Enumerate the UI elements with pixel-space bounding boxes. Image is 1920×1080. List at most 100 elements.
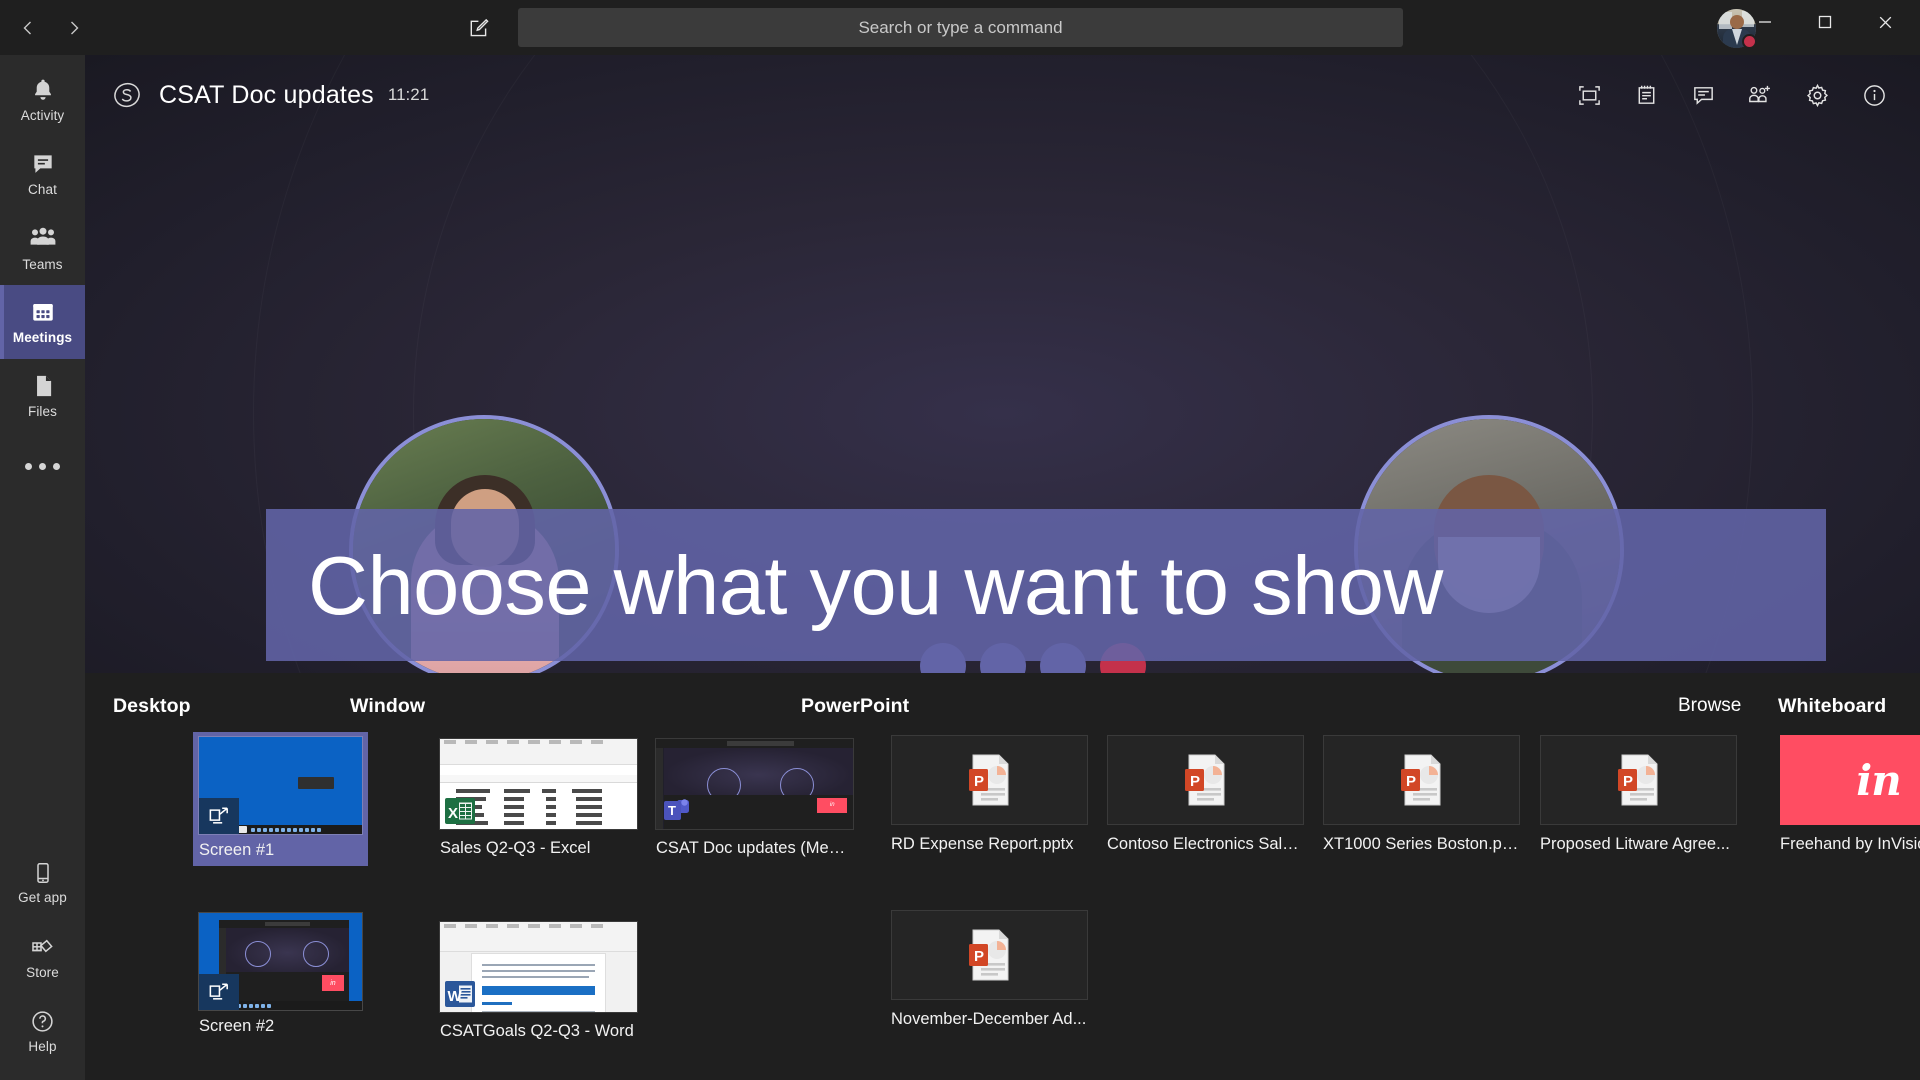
section-header-whiteboard: Whiteboard xyxy=(1778,695,1887,717)
sidebar-item-chat[interactable]: Chat xyxy=(0,137,85,211)
calendar-icon xyxy=(32,303,53,321)
meeting-stage: CSAT Doc updates 11:21 Choose what you w… xyxy=(85,55,1920,673)
window-tile-word[interactable]: W CSATGoals Q2-Q3 - Word xyxy=(439,921,638,1041)
sidebar-more-button[interactable] xyxy=(0,433,85,499)
tile-label: CSATGoals Q2-Q3 - Word xyxy=(440,1022,634,1040)
back-button[interactable] xyxy=(10,10,46,46)
minimize-button[interactable] xyxy=(1735,0,1795,44)
compose-new-chat-icon xyxy=(470,18,489,37)
meeting-notes-icon xyxy=(1638,85,1654,104)
powerpoint-tile-xt1000-series-boston[interactable]: P XT1000 Series Boston.pptx xyxy=(1323,735,1520,854)
device-settings-button[interactable] xyxy=(1797,75,1837,115)
window-tile-teams[interactable]: in T CSAT Doc updates (Meeti... xyxy=(655,738,854,858)
search-input[interactable]: Search or type a command xyxy=(518,8,1403,47)
sidebar-item-label: Get app xyxy=(18,890,67,905)
meeting-info-button[interactable] xyxy=(1854,75,1894,115)
window-tile-excel[interactable]: X Sales Q2-Q3 - Excel xyxy=(439,738,638,858)
choose-what-to-show-banner: Choose what you want to show xyxy=(266,509,1826,661)
section-header-window: Window xyxy=(350,695,426,717)
add-people-icon xyxy=(1749,85,1770,103)
powerpoint-tile-proposed-litware-agreement[interactable]: P Proposed Litware Agree... xyxy=(1540,735,1737,854)
store-icon xyxy=(32,939,53,952)
settings-gear-icon xyxy=(1806,83,1828,107)
powerpoint-file-icon: P xyxy=(1184,754,1224,806)
share-content-picker: Desktop Window PowerPoint Browse Whitebo… xyxy=(85,673,1920,1080)
powerpoint-tile-november-december-ad[interactable]: P November-December Ad... xyxy=(891,910,1088,1029)
desktop-tile-screen-1[interactable]: Screen #1 xyxy=(193,732,368,866)
tile-label: Screen #2 xyxy=(199,1017,275,1035)
bell-icon xyxy=(34,79,51,100)
tile-label: Sales Q2-Q3 - Excel xyxy=(440,839,591,857)
powerpoint-tile-contoso-electronics-sales[interactable]: P Contoso Electronics Sales... xyxy=(1107,735,1304,854)
sidebar-item-label: Files xyxy=(27,404,57,419)
svg-text:P: P xyxy=(1190,773,1200,790)
sidebar-item-activity[interactable]: Activity xyxy=(0,63,85,137)
meeting-elapsed-time: 11:21 xyxy=(387,85,430,104)
svg-text:P: P xyxy=(974,948,984,965)
tile-label: XT1000 Series Boston.pptx xyxy=(1323,835,1520,853)
desktop-notification-preview xyxy=(298,777,334,789)
sidebar-item-help[interactable]: Help xyxy=(0,994,85,1068)
powerpoint-tile-rd-expense-report[interactable]: P RD Expense Report.pptx xyxy=(891,735,1088,854)
fit-to-frame-button[interactable] xyxy=(1569,75,1609,115)
phone-icon xyxy=(36,863,49,883)
sidebar-item-label: Chat xyxy=(28,182,57,197)
meeting-notes-button[interactable] xyxy=(1626,75,1666,115)
screen-share-icon xyxy=(199,974,239,1010)
maximize-button[interactable] xyxy=(1795,0,1855,44)
sidebar-item-label: Meetings xyxy=(12,330,73,345)
close-icon xyxy=(1879,16,1891,28)
banner-text: Choose what you want to show xyxy=(308,538,1443,632)
meeting-action-bar xyxy=(1569,55,1894,135)
add-participants-button[interactable] xyxy=(1740,75,1780,115)
chevron-right-icon xyxy=(71,21,79,34)
close-button[interactable] xyxy=(1855,0,1915,44)
sidebar-item-meetings[interactable]: Meetings xyxy=(0,285,85,359)
more-dots-icon xyxy=(25,462,60,470)
desktop-tile-screen-2[interactable]: in Screen #2 xyxy=(193,908,368,1042)
meeting-header: CSAT Doc updates 11:21 xyxy=(85,55,1920,135)
desktop-thumbnail xyxy=(198,736,363,835)
compose-new-chat-button[interactable] xyxy=(462,11,496,45)
svg-text:X: X xyxy=(448,805,458,822)
fit-to-frame-icon xyxy=(1578,85,1600,105)
sidebar-item-teams[interactable]: Teams xyxy=(0,211,85,285)
meeting-title: CSAT Doc updates xyxy=(159,80,374,109)
forward-button[interactable] xyxy=(56,10,92,46)
browse-link[interactable]: Browse xyxy=(1678,695,1741,717)
info-icon xyxy=(1863,84,1885,106)
whiteboard-tile-freehand-invision[interactable]: in Freehand by InVision xyxy=(1780,735,1920,854)
teams-window: Search or type a command Activity Chat T… xyxy=(0,0,1920,1080)
minimize-icon xyxy=(1759,21,1771,23)
chevron-left-icon xyxy=(23,21,31,34)
svg-text:W: W xyxy=(448,988,463,1005)
sidebar-item-label: Activity xyxy=(20,108,65,123)
tile-label: Contoso Electronics Sales... xyxy=(1107,835,1304,853)
sidebar-item-label: Store xyxy=(26,964,59,980)
sidebar-item-label: Help xyxy=(28,1038,57,1054)
search-placeholder: Search or type a command xyxy=(858,17,1063,37)
show-conversation-button[interactable] xyxy=(1683,75,1723,115)
powerpoint-file-icon: P xyxy=(1400,754,1440,806)
svg-text:P: P xyxy=(1406,773,1416,790)
tile-label: CSAT Doc updates (Meeti... xyxy=(656,839,853,857)
powerpoint-file-icon: P xyxy=(1617,754,1657,806)
sidebar-item-get-app[interactable]: Get app xyxy=(0,846,85,920)
sidebar-item-store[interactable]: Store xyxy=(0,920,85,994)
powerpoint-file-icon: P xyxy=(968,929,1008,981)
powerpoint-thumbnail: P xyxy=(891,910,1088,1000)
sidebar-item-files[interactable]: Files xyxy=(0,359,85,433)
invision-logo-icon: in xyxy=(1780,735,1920,825)
help-circle-icon xyxy=(32,1010,53,1032)
tile-label: November-December Ad... xyxy=(891,1010,1087,1028)
maximize-icon xyxy=(1818,15,1832,29)
sidebar-item-label: Teams xyxy=(22,257,63,272)
window-thumbnail: X xyxy=(439,738,638,830)
screen-share-icon xyxy=(199,798,239,834)
tile-label: RD Expense Report.pptx xyxy=(891,835,1074,853)
powerpoint-file-icon: P xyxy=(968,754,1008,806)
tile-label: Proposed Litware Agree... xyxy=(1540,835,1730,853)
powerpoint-thumbnail: P xyxy=(1323,735,1520,825)
svg-text:T: T xyxy=(668,803,676,818)
powerpoint-thumbnail: P xyxy=(1540,735,1737,825)
